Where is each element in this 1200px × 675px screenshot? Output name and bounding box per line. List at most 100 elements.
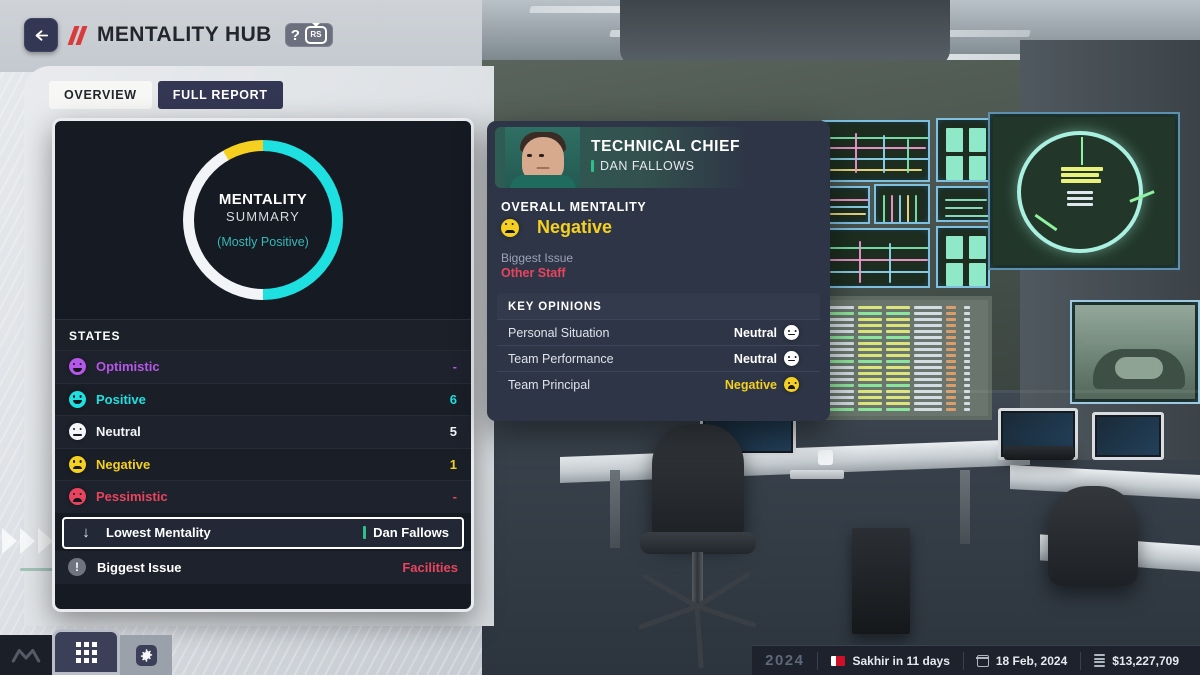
timing-cell bbox=[886, 354, 910, 357]
timing-cell bbox=[914, 366, 942, 369]
detail-biggest-issue-value: Other Staff bbox=[501, 266, 566, 280]
season-year: 2024 bbox=[765, 652, 805, 669]
state-row[interactable]: Pessimistic - bbox=[55, 480, 471, 513]
state-row[interactable]: Neutral 5 bbox=[55, 415, 471, 448]
states-header: STATES bbox=[55, 319, 471, 350]
timing-cell bbox=[964, 402, 970, 405]
timing-cell bbox=[858, 408, 882, 411]
timing-cell bbox=[826, 372, 854, 375]
timing-cell bbox=[946, 408, 956, 411]
settings-button[interactable] bbox=[120, 635, 172, 675]
timing-cell bbox=[946, 330, 956, 333]
help-hint[interactable]: ? RS bbox=[284, 23, 333, 47]
timing-cell bbox=[826, 408, 854, 411]
key-opinion-label: Team Performance bbox=[508, 351, 614, 366]
lowest-mentality-row[interactable]: ↓ Lowest Mentality Dan Fallows bbox=[62, 516, 464, 549]
biggest-issue-row[interactable]: ! Biggest Issue Facilities bbox=[55, 550, 471, 584]
office-chair-pole bbox=[692, 552, 703, 604]
timing-cell bbox=[858, 348, 882, 351]
timing-cell bbox=[886, 378, 910, 381]
timing-cell bbox=[914, 312, 942, 315]
detail-header: TECHNICAL CHIEF DAN FALLOWS bbox=[495, 127, 822, 188]
bottom-toolbar bbox=[0, 629, 240, 675]
right-stick-icon: RS bbox=[304, 26, 327, 44]
tab-overview[interactable]: OVERVIEW bbox=[49, 81, 152, 109]
timing-cell bbox=[964, 306, 970, 309]
key-opinion-row[interactable]: Team Performance Neutral bbox=[497, 345, 820, 371]
timing-cell bbox=[858, 360, 882, 363]
staff-role: TECHNICAL CHIEF bbox=[591, 138, 741, 155]
desk-leg bbox=[610, 470, 620, 548]
timing-cell bbox=[886, 384, 910, 387]
mood-flat-icon bbox=[69, 423, 86, 441]
office-chair-back bbox=[1048, 486, 1138, 586]
timing-cell bbox=[964, 408, 970, 411]
timing-cell bbox=[858, 354, 882, 357]
key-opinion-value: Neutral bbox=[734, 325, 809, 340]
avatar-eye bbox=[539, 154, 544, 157]
avatar bbox=[505, 127, 580, 188]
timing-cell bbox=[886, 324, 910, 327]
grid-menu-button[interactable] bbox=[52, 629, 120, 675]
status-bar: 2024 Sakhir in 11 days 18 Feb, 2024 $13,… bbox=[752, 645, 1200, 675]
timing-cell bbox=[964, 324, 970, 327]
office-chair-back bbox=[652, 424, 744, 542]
timing-cell bbox=[914, 354, 942, 357]
state-row[interactable]: Optimistic - bbox=[55, 350, 471, 383]
timing-cell bbox=[946, 306, 956, 309]
date-item: 18 Feb, 2024 bbox=[962, 651, 1080, 670]
timing-cell bbox=[858, 306, 882, 309]
timing-cell bbox=[826, 330, 854, 333]
timing-cell bbox=[858, 384, 882, 387]
timing-cell bbox=[964, 372, 970, 375]
timing-cell bbox=[886, 360, 910, 363]
state-label: Optimistic bbox=[96, 359, 160, 375]
timing-cell bbox=[886, 402, 910, 405]
mood-frown-icon bbox=[501, 218, 519, 237]
key-opinion-row[interactable]: Personal Situation Neutral bbox=[497, 319, 820, 345]
mood-smile-icon bbox=[69, 390, 86, 408]
donut-verdict: (Mostly Positive) bbox=[217, 235, 309, 249]
arrow-left-icon bbox=[35, 29, 48, 41]
timing-cell bbox=[946, 384, 956, 387]
accent-line bbox=[20, 568, 54, 571]
timing-cell bbox=[914, 360, 942, 363]
timing-cell bbox=[886, 312, 910, 315]
gear-icon bbox=[135, 644, 157, 666]
timing-cell bbox=[886, 318, 910, 321]
timing-cell bbox=[858, 336, 882, 339]
states-list: Optimistic - Positive 6 Neutral 5 Negative 1 Pes… bbox=[55, 350, 471, 513]
donut-chart: MENTALITY SUMMARY (Mostly Positive) bbox=[183, 140, 343, 300]
chair-leg bbox=[694, 606, 704, 669]
grid-menu-icon bbox=[75, 641, 97, 663]
donut-center-text: MENTALITY SUMMARY (Mostly Positive) bbox=[183, 140, 343, 300]
timing-cell bbox=[826, 378, 854, 381]
accent-bar bbox=[363, 526, 367, 539]
state-value: 5 bbox=[449, 424, 457, 440]
state-row[interactable]: Positive 6 bbox=[55, 382, 471, 415]
timing-cell bbox=[826, 384, 854, 387]
state-row[interactable]: Negative 1 bbox=[55, 447, 471, 480]
biggest-issue-label: Biggest Issue bbox=[97, 559, 182, 575]
timing-cell bbox=[946, 318, 956, 321]
avatar-body bbox=[509, 175, 576, 188]
timing-cell bbox=[946, 312, 956, 315]
app-header: MENTALITY HUB ? RS bbox=[0, 0, 482, 70]
timing-cell bbox=[914, 402, 942, 405]
key-opinion-row[interactable]: Team Principal Negative bbox=[497, 371, 820, 397]
question-mark-icon: ? bbox=[290, 26, 300, 44]
m-logo-icon bbox=[0, 635, 52, 675]
lowest-mentality-label: Lowest Mentality bbox=[106, 525, 211, 540]
tab-full-report[interactable]: FULL REPORT bbox=[157, 81, 283, 109]
timing-cell bbox=[946, 372, 956, 375]
timing-cell bbox=[914, 372, 942, 375]
key-opinion-value: Negative bbox=[725, 377, 809, 392]
timing-cell bbox=[886, 396, 910, 399]
accent-bar bbox=[591, 160, 594, 172]
timing-cell bbox=[858, 402, 882, 405]
desk-monitor bbox=[1092, 412, 1164, 460]
key-opinion-text: Negative bbox=[724, 377, 777, 392]
desk-leg bbox=[960, 470, 970, 544]
timing-cell bbox=[946, 342, 956, 345]
back-button[interactable] bbox=[24, 18, 58, 52]
